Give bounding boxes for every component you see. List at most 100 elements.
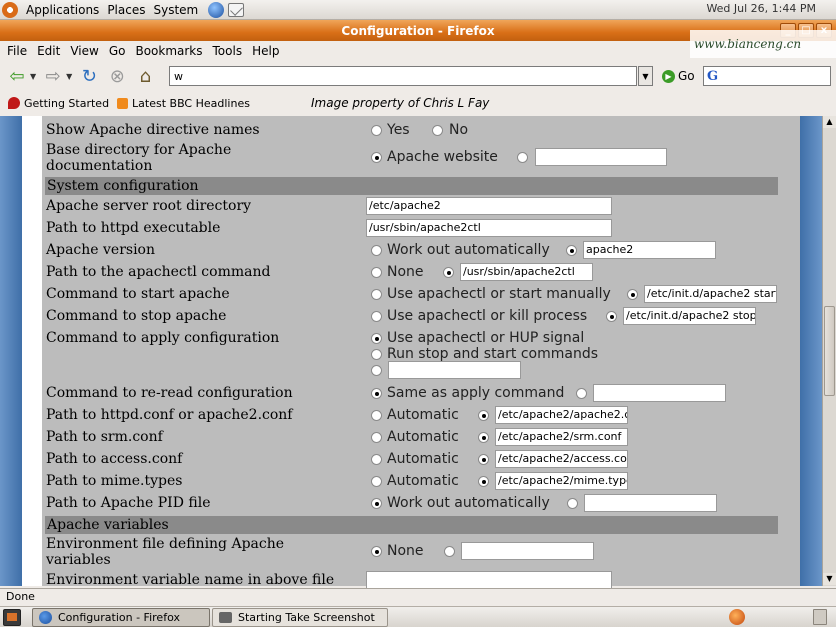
page-scrollbar[interactable]: ▲ ▼: [822, 116, 836, 586]
radio-pid-auto[interactable]: [371, 498, 382, 509]
getting-started-icon: [8, 97, 20, 109]
mail-launcher-icon[interactable]: [228, 2, 245, 17]
menu-bookmarks[interactable]: Bookmarks: [130, 44, 207, 58]
option-label: Work out automatically: [387, 495, 550, 511]
radio-access-conf-auto[interactable]: [371, 454, 382, 465]
httpd-conf-input[interactable]: /etc/apache2/apache2.conf: [495, 406, 628, 424]
forward-icon[interactable]: ⇨: [42, 65, 64, 87]
google-search-icon[interactable]: G: [707, 69, 718, 84]
radio-httpd-conf-auto[interactable]: [371, 410, 382, 421]
env-variable-name-input[interactable]: [366, 571, 612, 589]
search-input[interactable]: G: [703, 66, 831, 86]
env-file-input[interactable]: [461, 542, 594, 560]
option-label: Automatic: [387, 407, 459, 423]
radio-stop-apachectl[interactable]: [371, 311, 382, 322]
radio-env-none[interactable]: [371, 546, 382, 557]
field-label: Command to stop apache: [46, 308, 227, 324]
field-label: Apache server root directory: [46, 198, 252, 214]
menu-help[interactable]: Help: [247, 44, 284, 58]
reload-icon[interactable]: ↻: [78, 65, 100, 87]
radio-mime-types-auto[interactable]: [371, 476, 382, 487]
stop-command-input[interactable]: /etc/init.d/apache2 stop: [623, 307, 756, 325]
url-history-dropdown[interactable]: ▼: [638, 66, 653, 86]
reread-command-input[interactable]: [593, 384, 726, 402]
field-label: Command to re-read configuration: [46, 385, 293, 401]
go-button[interactable]: ▶ Go: [662, 69, 695, 83]
ubuntu-logo-icon[interactable]: [2, 1, 18, 18]
home-icon[interactable]: ⌂: [134, 65, 156, 87]
forward-history-dropdown[interactable]: ▼: [66, 72, 72, 81]
menu-edit[interactable]: Edit: [32, 44, 65, 58]
go-label: Go: [678, 69, 695, 83]
firefox-tray-icon[interactable]: [729, 609, 745, 625]
radio-apply-stopstart[interactable]: [371, 349, 382, 360]
radio-httpd-conf-custom[interactable]: [478, 410, 489, 421]
radio-apachectl-custom[interactable]: [443, 267, 454, 278]
radio-pid-custom[interactable]: [567, 498, 578, 509]
server-root-input[interactable]: /etc/apache2: [366, 197, 612, 215]
radio-apache-website[interactable]: [371, 152, 382, 163]
radio-version-auto[interactable]: [371, 245, 382, 256]
radio-srm-conf-auto[interactable]: [371, 432, 382, 443]
taskbar-item-screenshot[interactable]: Starting Take Screenshot: [212, 608, 388, 627]
scrollbar-thumb[interactable]: [824, 306, 835, 396]
url-input[interactable]: w: [169, 66, 637, 86]
radio-version-custom[interactable]: [566, 245, 577, 256]
radio-access-conf-custom[interactable]: [478, 454, 489, 465]
option-label: Use apachectl or start manually: [387, 286, 611, 302]
field-label: Base directory for Apache: [46, 142, 232, 158]
image-credit: Image property of Chris L Fay: [311, 96, 490, 110]
httpd-executable-input[interactable]: /usr/sbin/apache2ctl: [366, 219, 612, 237]
radio-start-custom[interactable]: [627, 289, 638, 300]
radio-start-apachectl[interactable]: [371, 289, 382, 300]
srm-conf-input[interactable]: /etc/apache2/srm.conf: [495, 428, 628, 446]
scroll-up-icon[interactable]: ▲: [823, 116, 836, 128]
web-browser-launcher-icon[interactable]: [208, 1, 225, 18]
option-label: Run stop and start commands: [387, 346, 598, 362]
option-label: Automatic: [387, 451, 459, 467]
radio-show-no[interactable]: [432, 125, 443, 136]
back-history-dropdown[interactable]: ▼: [30, 72, 36, 81]
access-conf-input[interactable]: /etc/apache2/access.conf: [495, 450, 628, 468]
bookmark-getting-started[interactable]: Getting Started: [8, 97, 109, 110]
clock[interactable]: Wed Jul 26, 1:44 PM: [706, 2, 816, 15]
radio-reread-custom[interactable]: [576, 388, 587, 399]
show-desktop-icon[interactable]: [3, 609, 21, 626]
radio-base-custom[interactable]: [517, 152, 528, 163]
radio-apply-hup[interactable]: [371, 333, 382, 344]
start-command-input[interactable]: /etc/init.d/apache2 start: [644, 285, 777, 303]
mime-types-input[interactable]: /etc/apache2/mime.types: [495, 472, 628, 490]
radio-stop-custom[interactable]: [606, 311, 617, 322]
trash-icon[interactable]: [813, 609, 827, 625]
base-directory-input[interactable]: [535, 148, 667, 166]
menu-file[interactable]: File: [2, 44, 32, 58]
taskbar-item-firefox[interactable]: Configuration - Firefox: [32, 608, 210, 627]
back-icon[interactable]: ⇦: [6, 65, 28, 87]
bookmark-label: Getting Started: [24, 96, 110, 110]
scroll-down-icon[interactable]: ▼: [823, 573, 836, 585]
radio-apply-custom[interactable]: [371, 365, 382, 376]
apply-command-input[interactable]: [388, 361, 521, 379]
places-menu[interactable]: Places: [103, 0, 149, 20]
menu-view[interactable]: View: [65, 44, 103, 58]
menu-go[interactable]: Go: [104, 44, 131, 58]
radio-srm-conf-custom[interactable]: [478, 432, 489, 443]
apache-version-input[interactable]: apache2: [583, 241, 716, 259]
apachectl-path-input[interactable]: /usr/sbin/apache2ctl: [460, 263, 593, 281]
radio-reread-same[interactable]: [371, 388, 382, 399]
bottom-panel: Configuration - Firefox Starting Take Sc…: [0, 606, 836, 627]
option-label: Work out automatically: [387, 242, 550, 258]
applications-menu[interactable]: Applications: [22, 0, 103, 20]
pid-file-input[interactable]: [584, 494, 717, 512]
radio-apachectl-none[interactable]: [371, 267, 382, 278]
radio-env-custom[interactable]: [444, 546, 455, 557]
menu-tools[interactable]: Tools: [208, 44, 248, 58]
radio-mime-types-custom[interactable]: [478, 476, 489, 487]
task-label: Configuration - Firefox: [58, 611, 180, 624]
stop-icon[interactable]: ⊗: [106, 65, 128, 87]
bookmark-latest-bbc[interactable]: Latest BBC Headlines: [117, 97, 250, 110]
system-menu[interactable]: System: [149, 0, 202, 20]
field-label: Path to Apache PID file: [46, 495, 211, 511]
bookmark-label: Latest BBC Headlines: [132, 96, 250, 110]
radio-show-yes[interactable]: [371, 125, 382, 136]
